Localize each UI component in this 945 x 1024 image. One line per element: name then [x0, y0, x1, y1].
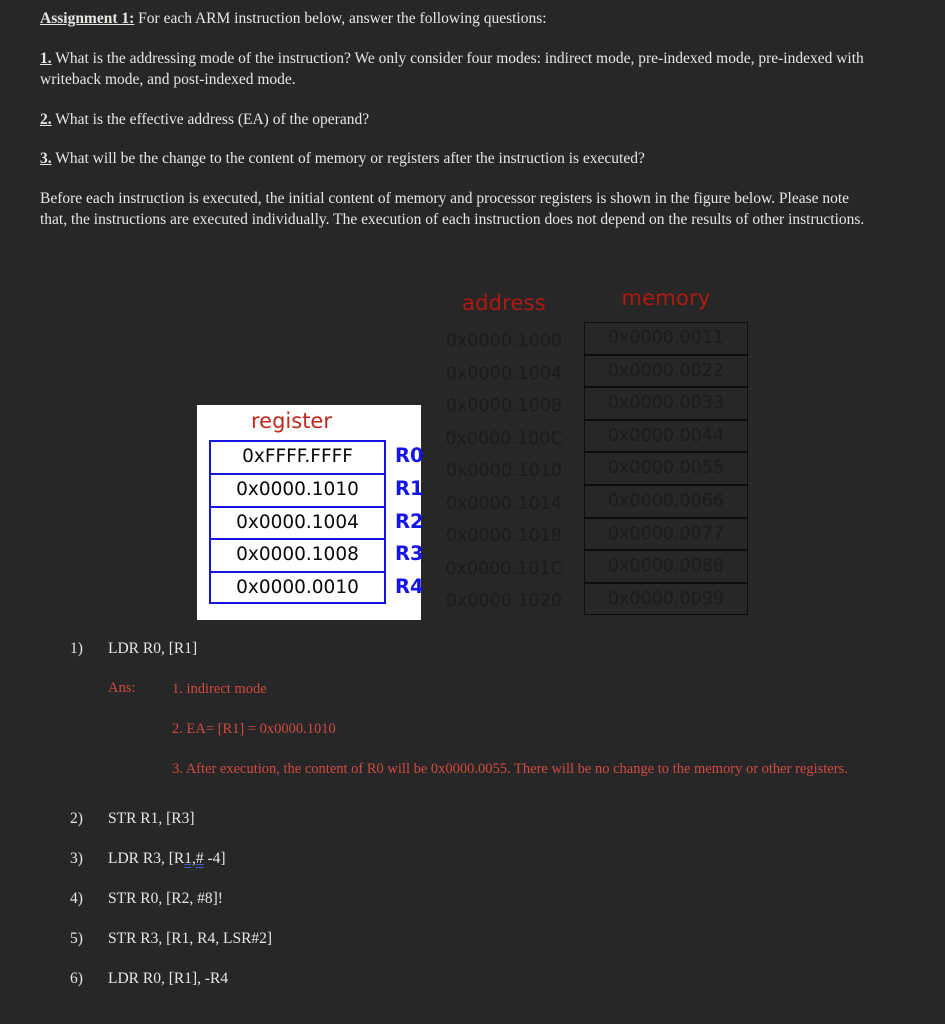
instruction-line: 4) STR R0, [R2, #8]!: [70, 888, 930, 928]
register-name-r1: R1: [395, 476, 424, 500]
memory-column: 0x0000.0011 0x0000.0022 0x0000.0033 0x0000.…: [584, 322, 748, 616]
assignment-prose: Assignment 1: For each ARM instruction b…: [40, 8, 870, 231]
instruction-number: 4): [70, 890, 83, 907]
address-column-header: address: [462, 291, 546, 315]
address-cell: 0x0000.1018: [445, 526, 563, 546]
answer-text: 2. EA= [R1] = 0x0000.1010: [172, 721, 336, 737]
register-row: 0xFFFF.FFFF R0: [209, 440, 424, 473]
memory-cell: 0x0000.0088: [584, 550, 748, 583]
answer-text: 3. After execution, the content of R0 wi…: [172, 761, 848, 777]
instruction-number: 6): [70, 970, 83, 987]
register-value: 0x0000.0010: [209, 571, 386, 604]
register-value: 0xFFFF.FFFF: [209, 440, 386, 473]
question-3-number: 3.: [40, 150, 52, 167]
instruction-item: 4) STR R0, [R2, #8]!: [70, 888, 930, 928]
question-1-paragraph: 1. What is the addressing mode of the in…: [40, 48, 870, 91]
register-name-r4: R4: [395, 575, 424, 599]
question-3-paragraph: 3. What will be the change to the conten…: [40, 148, 870, 170]
register-row: 0x0000.1010 R1: [209, 472, 424, 506]
instruction-text: STR R0, [R2, #8]!: [108, 890, 223, 907]
answer-text: 1. indirect mode: [172, 681, 267, 697]
register-value: 0x0000.1008: [209, 538, 386, 572]
instruction-line: 1) LDR R0, [R1]: [70, 638, 930, 678]
register-row: 0x0000.1004 R2: [209, 505, 424, 539]
memory-cell: 0x0000.0055: [584, 452, 748, 485]
answer-row: 2. EA= [R1] = 0x0000.1010: [108, 718, 930, 740]
register-name-r3: R3: [395, 542, 424, 566]
instruction-item: 6) LDR R0, [R1], -R4: [70, 968, 930, 1008]
question-1-text: What is the addressing mode of the instr…: [40, 49, 864, 89]
assignment-title-paragraph: Assignment 1: For each ARM instruction b…: [40, 8, 870, 30]
question-2-paragraph: 2. What is the effective address (EA) of…: [40, 109, 870, 131]
register-file-box: register 0xFFFF.FFFF R0 0x0000.1010 R1 0x000…: [197, 405, 424, 620]
memory-cell: 0x0000.0077: [584, 517, 748, 551]
memory-cell: 0x0000.0066: [584, 484, 748, 518]
answer-row: Ans: 1. indirect mode: [108, 678, 930, 700]
register-row: 0x0000.1008 R3: [209, 538, 424, 572]
memory-cell: 0x0000.0099: [584, 582, 748, 616]
address-cell: 0x0000.1014: [445, 493, 563, 514]
instruction-item: 2) STR R1, [R3]: [70, 808, 930, 848]
memory-cell: 0x0000.0022: [584, 354, 748, 388]
instruction-text: LDR R0, [R1], -R4: [108, 970, 229, 987]
instruction-line: 3) LDR R3, [R1,# -4]: [70, 848, 930, 888]
register-rows: 0xFFFF.FFFF R0 0x0000.1010 R1 0x0000.1004 R2 0…: [209, 440, 424, 604]
question-3-text: What will be the change to the content o…: [51, 150, 645, 167]
address-cell: 0x0000.101C: [445, 558, 563, 579]
question-2-number: 2.: [40, 110, 52, 128]
answer-row: 3. After execution, the content of R0 wi…: [108, 758, 930, 780]
assignment-title-rest: For each ARM instruction below, answer t…: [134, 10, 547, 27]
instruction-item: 3) LDR R3, [R1,# -4]: [70, 848, 930, 888]
instruction-item: 1) LDR R0, [R1] Ans: 1. indirect mode 2. EA=…: [70, 638, 930, 808]
address-cell: 0x0000.1010: [445, 461, 563, 481]
instruction-text: STR R1, [R3]: [108, 810, 195, 827]
instruction-text: STR R3, [R1, R4, LSR#2]: [108, 930, 273, 947]
answer-block: Ans: 1. indirect mode 2. EA= [R1] = 0x0000…: [70, 678, 930, 808]
register-box-header: register: [251, 409, 332, 433]
address-cell: 0x0000.1004: [445, 363, 563, 384]
memory-cell: 0x0000.0033: [584, 387, 748, 420]
instruction-list: 1) LDR R0, [R1] Ans: 1. indirect mode 2. EA=…: [70, 638, 930, 1008]
instruction-number: 3): [70, 850, 83, 867]
address-cell: 0x0000.100C: [445, 428, 563, 449]
question-2-text: What is the effective address (EA) of th…: [51, 110, 370, 128]
instruction-number: 1): [70, 640, 83, 657]
address-cell: 0x0000.1000: [445, 331, 563, 351]
instruction-line: 2) STR R1, [R3]: [70, 808, 930, 848]
memory-cell: 0x0000.0044: [584, 419, 748, 453]
register-name-r2: R2: [395, 509, 424, 533]
answer-label: Ans:: [108, 680, 136, 696]
memory-cell: 0x0000.0011: [584, 322, 748, 355]
address-column: 0x0000.1000 0x0000.1004 0x0000.1008 0x0000.…: [442, 325, 566, 618]
instruction-item: 5) STR R3, [R1, R4, LSR#2]: [70, 928, 930, 968]
grammar-flagged-text: 1,#: [184, 850, 204, 867]
register-row: 0x0000.0010 R4: [209, 571, 424, 604]
address-cell: 0x0000.1020: [445, 591, 563, 611]
register-value: 0x0000.1010: [209, 472, 386, 506]
assignment-note-paragraph: Before each instruction is executed, the…: [40, 189, 865, 229]
assignment-title-label: Assignment 1:: [40, 10, 135, 27]
address-cell: 0x0000.1008: [445, 396, 563, 416]
question-1-number: 1.: [40, 49, 52, 67]
register-value: 0x0000.1004: [209, 505, 386, 539]
instruction-text: LDR R3, [R1,# -4]: [108, 848, 226, 869]
register-name-r0: R0: [395, 444, 424, 467]
instruction-number: 5): [70, 930, 83, 947]
instruction-number: 2): [70, 810, 83, 827]
instruction-line: 5) STR R3, [R1, R4, LSR#2]: [70, 928, 930, 968]
memory-column-header: memory: [621, 286, 711, 310]
instruction-text: LDR R0, [R1]: [108, 640, 198, 657]
instruction-line: 6) LDR R0, [R1], -R4: [70, 968, 930, 1008]
instruction-text-pre: LDR R3, [R: [108, 850, 185, 867]
instruction-text-post: -4]: [203, 850, 226, 867]
